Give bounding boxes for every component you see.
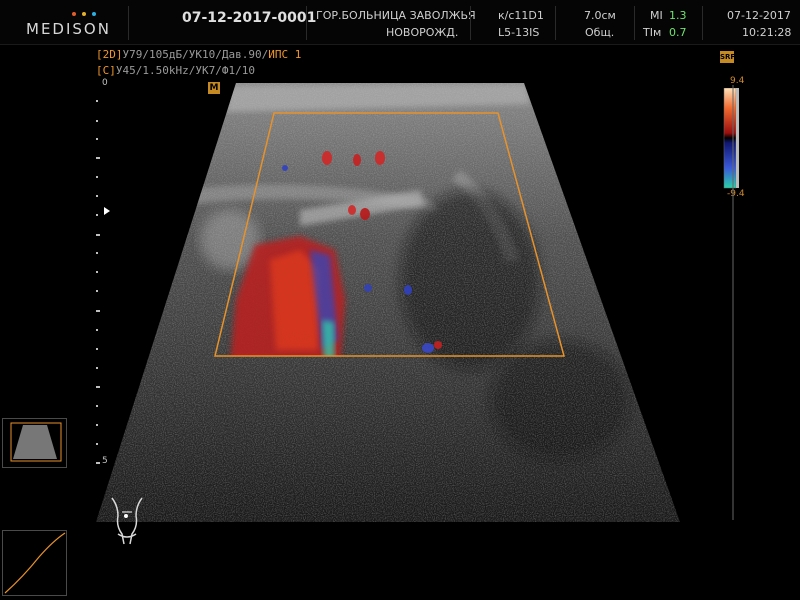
depth-scale: [96, 100, 100, 464]
gain-curve-icon[interactable]: [2, 530, 67, 596]
bmode-sector: [96, 83, 680, 522]
depth-bottom-label: 5: [102, 456, 108, 466]
focus-marker-icon[interactable]: [103, 206, 111, 216]
body-mark-icon[interactable]: [104, 490, 150, 546]
right-edge-line: [732, 85, 734, 520]
srf-badge: SRF: [720, 51, 736, 63]
depth-top-label: 0: [102, 78, 108, 88]
probe-thumbnail-icon[interactable]: [2, 418, 67, 468]
m-marker: M: [208, 82, 220, 94]
